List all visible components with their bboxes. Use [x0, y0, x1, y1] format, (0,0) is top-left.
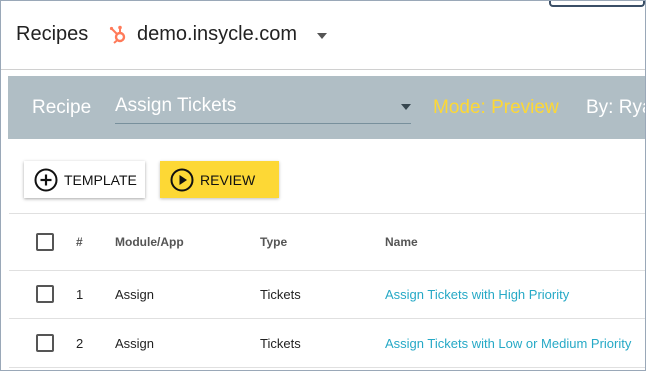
play-circle-icon	[170, 168, 194, 191]
dropdown-arrow-icon[interactable]	[401, 104, 411, 110]
recipe-select[interactable]: Assign Tickets	[115, 88, 411, 124]
row-checkbox[interactable]	[36, 334, 54, 352]
column-header-name[interactable]: Name	[385, 235, 418, 249]
template-button-label: TEMPLATE	[64, 171, 137, 188]
mode-indicator: Mode: Preview	[433, 97, 559, 118]
recipe-select-value[interactable]: Assign Tickets	[115, 95, 236, 117]
review-button-label: REVIEW	[200, 171, 256, 188]
page-title: Recipes	[16, 23, 89, 45]
row-number: 1	[76, 287, 84, 302]
hubspot-sprocket-icon	[109, 25, 126, 44]
column-header-number: #	[76, 235, 83, 249]
table-row: 1 Assign Tickets Assign Tickets with Hig…	[9, 270, 645, 319]
row-module: Assign	[115, 336, 155, 351]
recipe-bar: Recipe Assign Tickets Mode: Preview By: …	[8, 76, 646, 139]
author-label: By: Rya	[586, 97, 646, 118]
table-header: # Module/App Type Name	[9, 213, 645, 271]
row-type: Tickets	[260, 336, 301, 351]
row-type: Tickets	[260, 287, 301, 302]
plus-circle-icon	[34, 168, 58, 191]
select-all-checkbox[interactable]	[36, 233, 54, 251]
app-window: Recipes demo.insycle.com Recipe Assign T…	[0, 0, 646, 371]
template-button[interactable]: TEMPLATE	[24, 161, 145, 198]
top-header: Recipes demo.insycle.com	[1, 1, 645, 70]
column-header-type[interactable]: Type	[260, 235, 287, 249]
chevron-down-icon[interactable]	[317, 33, 327, 39]
row-module: Assign	[115, 287, 155, 302]
table-row: 2 Assign Tickets Assign Tickets with Low…	[9, 319, 645, 368]
column-header-module[interactable]: Module/App	[115, 235, 184, 249]
row-number: 2	[76, 336, 84, 351]
review-button[interactable]: REVIEW	[160, 161, 279, 198]
recipe-name-link[interactable]: Assign Tickets with Low or Medium Priori…	[385, 336, 631, 351]
recipe-name-link[interactable]: Assign Tickets with High Priority	[385, 287, 569, 302]
window-corner-tab	[549, 1, 645, 7]
row-checkbox[interactable]	[36, 285, 54, 303]
portal-selector[interactable]: demo.insycle.com	[137, 23, 297, 46]
recipe-label: Recipe	[32, 97, 92, 118]
